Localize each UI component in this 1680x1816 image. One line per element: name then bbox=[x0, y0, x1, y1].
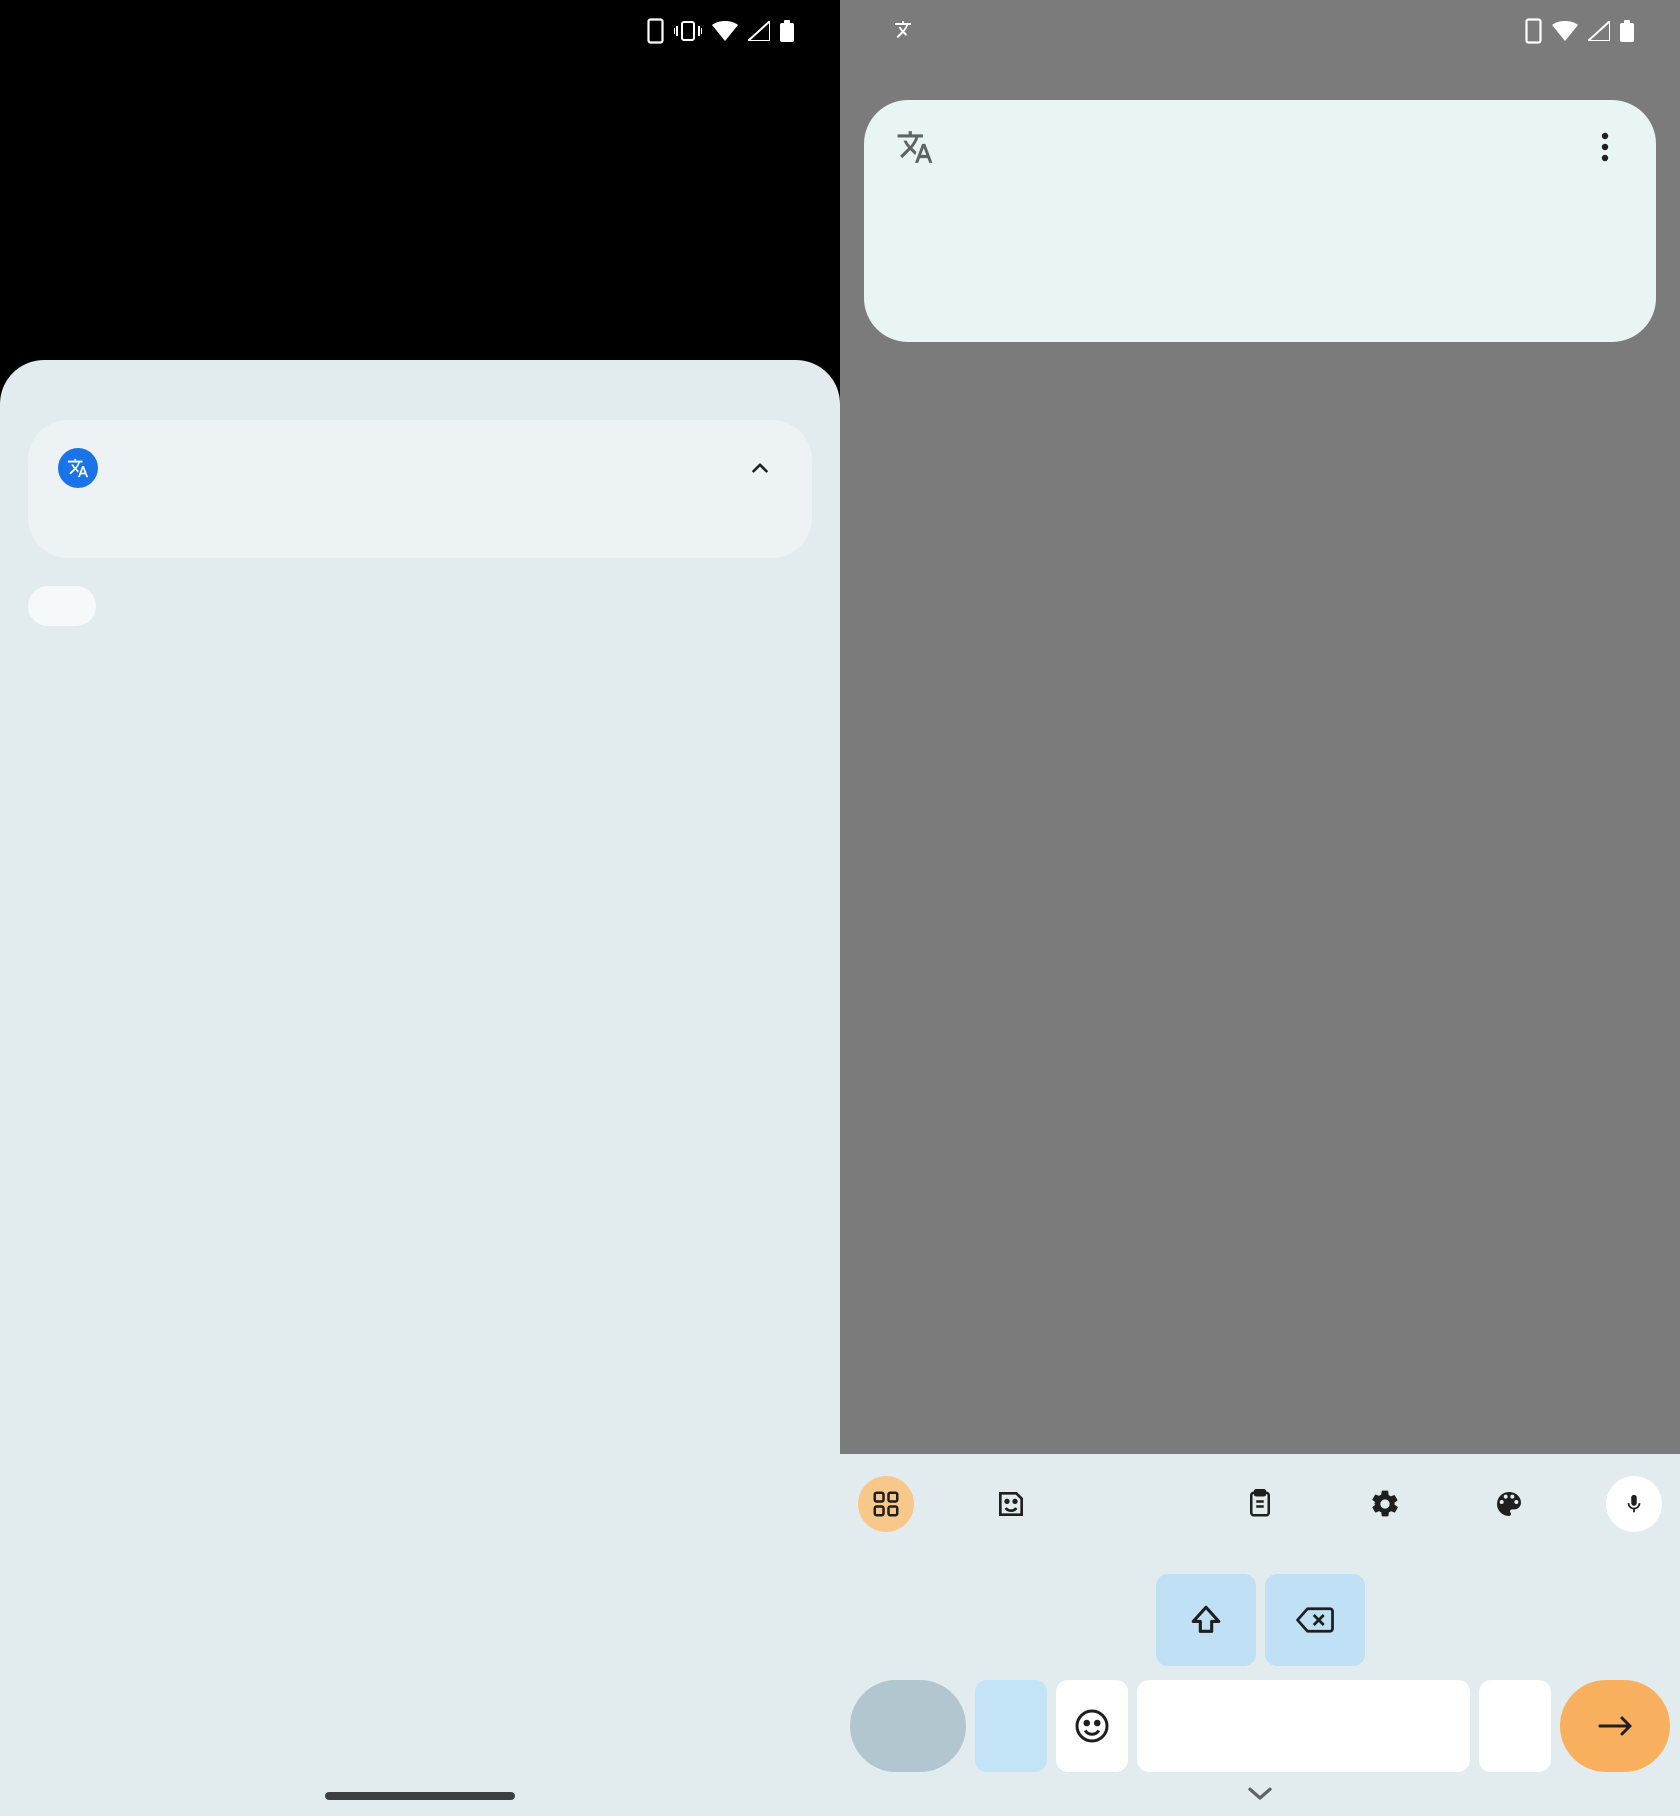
notification-shade bbox=[0, 360, 840, 1816]
status-bar-left bbox=[0, 0, 840, 62]
wifi-icon bbox=[712, 21, 738, 41]
overflow-menu-button[interactable] bbox=[1584, 126, 1626, 168]
phone-left bbox=[0, 0, 840, 1816]
translate-app-icon bbox=[58, 448, 98, 488]
key-symbols[interactable] bbox=[850, 1680, 966, 1772]
signal-icon bbox=[1588, 21, 1610, 41]
quick-tiles bbox=[0, 62, 840, 98]
battery-icon bbox=[1620, 20, 1634, 42]
wifi-icon bbox=[1552, 21, 1578, 41]
phone-right bbox=[840, 0, 1680, 1816]
kb-tool-clipboard[interactable] bbox=[1232, 1476, 1288, 1532]
kb-tool-gif[interactable] bbox=[1107, 1476, 1163, 1532]
nav-handle-left[interactable] bbox=[325, 1792, 515, 1800]
status-icons-left bbox=[647, 18, 804, 44]
kb-collapse-button[interactable] bbox=[850, 1772, 1670, 1806]
keyboard-toolbar bbox=[850, 1468, 1670, 1546]
key-emoji[interactable] bbox=[1056, 1680, 1128, 1772]
translate-status-icon bbox=[894, 19, 918, 43]
kb-tool-settings[interactable] bbox=[1357, 1476, 1413, 1532]
vibrate-icon bbox=[674, 20, 702, 42]
notification-card[interactable] bbox=[28, 420, 812, 558]
status-icons-right bbox=[1525, 18, 1644, 44]
device-icon bbox=[1525, 18, 1542, 44]
kb-tool-theme[interactable] bbox=[1481, 1476, 1537, 1532]
key-comma[interactable] bbox=[975, 1680, 1047, 1772]
kb-row-4 bbox=[850, 1680, 1670, 1772]
device-icon bbox=[647, 18, 664, 44]
keyboard bbox=[840, 1454, 1680, 1816]
battery-icon bbox=[780, 20, 794, 42]
kb-tool-sticker[interactable] bbox=[983, 1476, 1039, 1532]
status-bar-right bbox=[840, 0, 1680, 62]
key-space[interactable] bbox=[1137, 1680, 1470, 1772]
key-backspace[interactable] bbox=[1265, 1574, 1365, 1666]
kb-tool-apps[interactable] bbox=[858, 1476, 914, 1532]
key-period[interactable] bbox=[1479, 1680, 1551, 1772]
key-enter[interactable] bbox=[1560, 1680, 1670, 1772]
kb-row-3 bbox=[850, 1574, 1670, 1666]
notif-collapse-button[interactable] bbox=[738, 446, 782, 490]
manage-button[interactable] bbox=[28, 586, 96, 626]
translate-floating-card bbox=[864, 100, 1656, 342]
signal-icon bbox=[748, 21, 770, 41]
translate-card-icon bbox=[894, 126, 936, 168]
kb-tool-mic[interactable] bbox=[1606, 1476, 1662, 1532]
key-shift[interactable] bbox=[1156, 1574, 1256, 1666]
